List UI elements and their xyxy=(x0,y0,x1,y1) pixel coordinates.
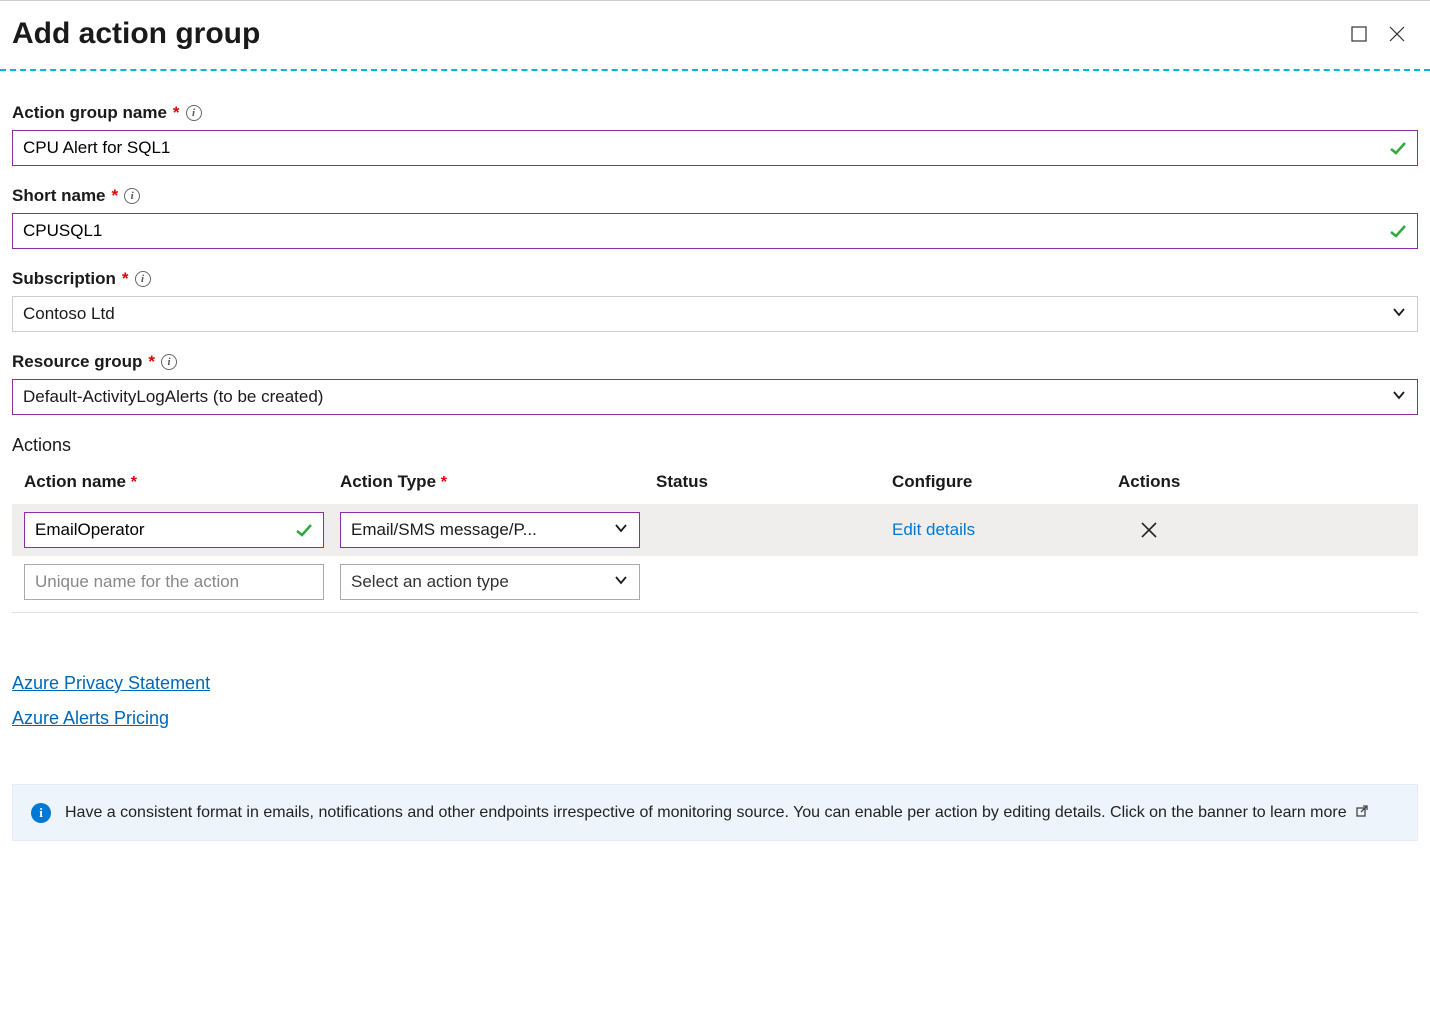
checkmark-icon xyxy=(1388,138,1408,158)
delete-row-button[interactable] xyxy=(1138,519,1160,541)
resource-group-label: Resource group * i xyxy=(12,352,1418,372)
required-star: * xyxy=(122,269,129,289)
resource-group-select[interactable]: Default-ActivityLogAlerts (to be created… xyxy=(12,379,1418,415)
subscription-label: Subscription * i xyxy=(12,269,1418,289)
actions-table-header: Action name * Action Type * Status Confi… xyxy=(12,472,1418,504)
required-star: * xyxy=(173,103,180,123)
panel-header: Add action group xyxy=(0,1,1430,69)
action-group-name-label: Action group name * i xyxy=(12,103,1418,123)
action-name-input[interactable] xyxy=(24,564,324,600)
col-action-type: Action Type * xyxy=(340,472,640,492)
actions-section-label: Actions xyxy=(12,435,1418,456)
required-star: * xyxy=(112,186,119,206)
actions-cell xyxy=(1118,519,1258,541)
label-text: Action group name xyxy=(12,103,167,123)
info-icon[interactable]: i xyxy=(161,354,177,370)
close-icon[interactable] xyxy=(1388,25,1406,43)
table-row: Email/SMS message/P... Edit details xyxy=(12,504,1418,556)
external-link-icon xyxy=(1355,802,1369,816)
info-icon: i xyxy=(31,803,51,823)
pricing-link[interactable]: Azure Alerts Pricing xyxy=(12,708,1418,729)
col-configure: Configure xyxy=(892,472,1102,492)
configure-cell: Edit details xyxy=(892,520,1102,540)
label-text: Short name xyxy=(12,186,106,206)
col-action-name: Action name * xyxy=(24,472,324,492)
edit-details-link[interactable]: Edit details xyxy=(892,520,975,539)
action-group-name-input[interactable] xyxy=(12,130,1418,166)
col-status: Status xyxy=(656,472,876,492)
action-type-select[interactable]: Email/SMS message/P... xyxy=(340,512,640,548)
actions-table: Action name * Action Type * Status Confi… xyxy=(12,472,1418,613)
action-name-input[interactable] xyxy=(24,512,324,548)
checkmark-icon xyxy=(294,520,314,540)
label-text: Subscription xyxy=(12,269,116,289)
footer-links: Azure Privacy Statement Azure Alerts Pri… xyxy=(12,673,1418,729)
col-actions: Actions xyxy=(1118,472,1258,492)
table-row: Select an action type xyxy=(12,556,1418,608)
info-icon[interactable]: i xyxy=(186,105,202,121)
page-title: Add action group xyxy=(12,17,1350,51)
short-name-label: Short name * i xyxy=(12,186,1418,206)
short-name-input[interactable] xyxy=(12,213,1418,249)
subscription-select[interactable]: Contoso Ltd xyxy=(12,296,1418,332)
info-banner[interactable]: i Have a consistent format in emails, no… xyxy=(12,784,1418,841)
checkmark-icon xyxy=(1388,221,1408,241)
action-type-select[interactable]: Select an action type xyxy=(340,564,640,600)
info-icon[interactable]: i xyxy=(135,271,151,287)
privacy-link[interactable]: Azure Privacy Statement xyxy=(12,673,1418,694)
required-star: * xyxy=(148,352,155,372)
banner-text: Have a consistent format in emails, noti… xyxy=(65,801,1369,824)
info-icon[interactable]: i xyxy=(124,188,140,204)
maximize-icon[interactable] xyxy=(1350,25,1368,43)
label-text: Resource group xyxy=(12,352,142,372)
